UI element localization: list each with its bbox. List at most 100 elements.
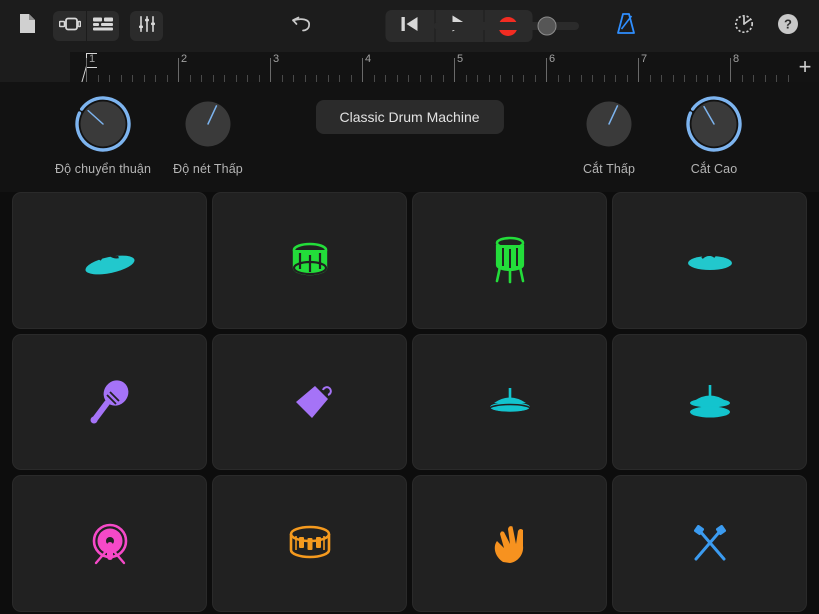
smoothness-knob-group: Độ chuyển thuận (48, 94, 158, 176)
ruler-sub-tick (327, 75, 329, 82)
ruler-sub-tick (500, 75, 501, 82)
ruler-sub-tick (419, 75, 421, 82)
kick-drum-icon (88, 521, 132, 567)
ruler-sub-tick (431, 75, 432, 82)
ruler-sub-tick (718, 75, 720, 82)
ruler-sub-tick (511, 75, 513, 82)
drumsticks-icon (688, 524, 732, 563)
pad-tom-stand[interactable] (412, 192, 607, 329)
ruler-sub-tick (373, 75, 375, 82)
ruler-sub-tick (477, 75, 478, 82)
pad-hihat-open[interactable] (612, 333, 807, 471)
volume-slider-knob[interactable] (537, 16, 557, 36)
high-cut-knob-label: Cắt Cao (690, 162, 738, 176)
undo-icon (291, 15, 313, 38)
metronome-button[interactable] (611, 11, 641, 41)
ruler-bar-number: 1 (89, 53, 96, 65)
ruler-sub-tick (258, 75, 260, 82)
pad-snare-green[interactable] (212, 192, 407, 329)
pad-kick-gong[interactable] (12, 475, 207, 612)
ruler-sub-tick (753, 75, 754, 82)
rewind-icon (401, 16, 418, 37)
metronome-icon (615, 12, 637, 41)
view-mode-segmented-control[interactable] (53, 11, 119, 41)
pad-hand-clap[interactable] (412, 475, 607, 612)
timeline-ruler-row: 1 2 3 4 5 6 7 8 + (0, 52, 819, 82)
ruler-sub-tick (396, 75, 398, 82)
crash-cymbal-icon (83, 243, 137, 277)
ruler-sub-tick (155, 75, 156, 82)
ruler-sub-tick (201, 75, 202, 82)
ruler-sub-tick (695, 75, 697, 82)
ruler-left-spacer (0, 52, 70, 82)
ruler-bar-number: 3 (273, 53, 280, 65)
ruler-sub-tick (350, 75, 352, 82)
ride-cymbal-icon (685, 247, 735, 273)
ruler-sub-tick (787, 75, 789, 82)
timeline-ruler[interactable]: 1 2 3 4 5 6 7 8 (70, 52, 791, 82)
ruler-sub-tick (741, 75, 743, 82)
ruler-sub-tick (523, 75, 524, 82)
ruler-bar-number: 2 (181, 53, 188, 65)
ruler-sub-tick (293, 75, 294, 82)
pad-sticks[interactable] (612, 475, 807, 612)
high-cut-knob[interactable] (684, 94, 744, 154)
ruler-sub-tick (166, 75, 168, 82)
ruler-sub-tick (235, 75, 237, 82)
ruler-sub-tick (212, 75, 214, 82)
ruler-sub-tick (316, 75, 317, 82)
ruler-bar-number: 8 (733, 53, 740, 65)
smoothness-knob[interactable] (73, 94, 133, 154)
add-section-button[interactable]: + (791, 52, 819, 82)
ruler-sub-tick (385, 75, 386, 82)
instrument-title[interactable]: Classic Drum Machine (315, 100, 504, 134)
pad-cowbell[interactable] (212, 333, 407, 471)
low-sharpness-knob[interactable] (178, 94, 238, 154)
ruler-sub-tick (626, 75, 628, 82)
ruler-sub-tick (649, 75, 651, 82)
toolbar-left-group (12, 11, 163, 41)
help-icon: ? (777, 13, 799, 40)
tracks-view-button[interactable] (86, 11, 119, 41)
ruler-sub-tick (408, 75, 409, 82)
fx-button[interactable] (130, 11, 163, 41)
ruler-sub-tick (615, 75, 616, 82)
toolbar: ? (0, 0, 819, 52)
open-hihat-icon (686, 384, 734, 420)
low-cut-knob-label: Cắt Thấp (583, 162, 635, 176)
ruler-sub-tick (304, 75, 306, 82)
pad-snare-orange[interactable] (212, 475, 407, 612)
settings-button[interactable] (729, 11, 759, 41)
instrument-controls: Độ chuyển thuận Độ nét Thấp Cắt Thấp Cắt… (0, 82, 819, 192)
ruler-bar-number: 5 (457, 53, 464, 65)
ruler-sub-tick (684, 75, 685, 82)
document-button[interactable] (12, 11, 42, 41)
ruler-sub-tick (580, 75, 582, 82)
snare-drum-icon (288, 238, 332, 282)
ruler-sub-tick (109, 75, 110, 82)
snare-rim-icon (287, 525, 333, 563)
pad-crash-cymbal[interactable] (12, 192, 207, 329)
cells-view-button[interactable] (53, 11, 86, 41)
ruler-sub-tick (661, 75, 662, 82)
low-cut-knob-group: Cắt Thấp (554, 94, 664, 176)
rewind-button[interactable] (385, 10, 434, 42)
pad-maraca[interactable] (12, 333, 207, 471)
ruler-sub-tick (143, 75, 145, 82)
help-button[interactable]: ? (773, 11, 803, 41)
ruler-sub-tick (120, 75, 122, 82)
ruler-sub-tick (592, 75, 593, 82)
hand-clap-icon (490, 524, 530, 564)
ruler-sub-tick (224, 75, 225, 82)
low-sharpness-knob-group: Độ nét Thấp (153, 94, 263, 176)
floor-tom-icon (490, 235, 530, 285)
pad-ride-cymbal[interactable] (612, 192, 807, 329)
ruler-sub-tick (189, 75, 191, 82)
ruler-sub-tick (97, 75, 99, 82)
high-cut-knob-group: Cắt Cao (659, 94, 769, 176)
ruler-sub-tick (132, 75, 133, 82)
undo-button[interactable] (287, 11, 317, 41)
pad-hihat-closed[interactable] (412, 333, 607, 471)
master-volume-slider[interactable] (434, 16, 579, 36)
low-cut-knob[interactable] (579, 94, 639, 154)
